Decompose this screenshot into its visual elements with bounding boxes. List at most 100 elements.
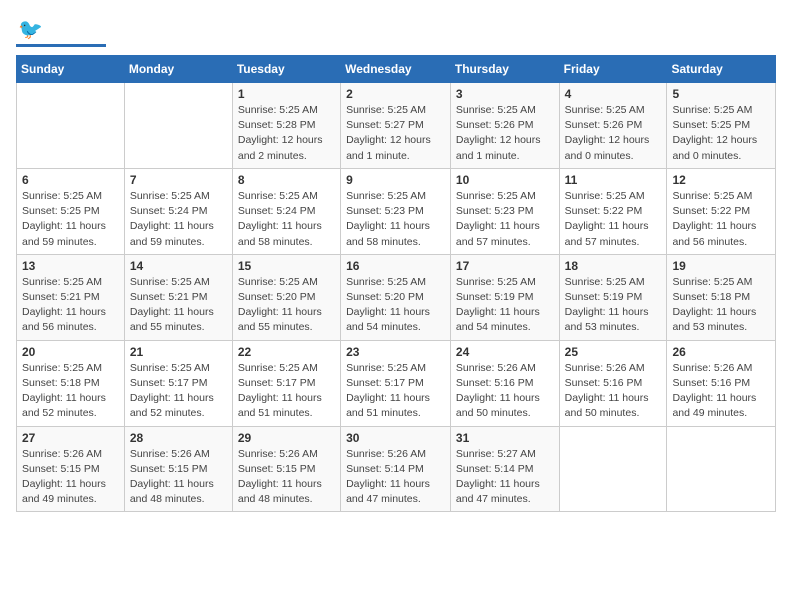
calendar-cell: 4Sunrise: 5:25 AM Sunset: 5:26 PM Daylig… (559, 83, 667, 169)
calendar-cell: 18Sunrise: 5:25 AM Sunset: 5:19 PM Dayli… (559, 254, 667, 340)
calendar-cell: 17 Sunrise: 5:25 AM Sunset: 5:19 PM Dayli… (450, 254, 559, 340)
day-detail: Sunrise: 5:25 AM Sunset: 5:17 PM Dayligh… (130, 361, 227, 422)
calendar-cell (17, 83, 125, 169)
day-number: 6 (22, 173, 119, 187)
day-number: 20 (22, 345, 119, 359)
weekday-header-sunday: Sunday (17, 56, 125, 83)
day-number: 30 (346, 431, 445, 445)
day-number: 14 (130, 259, 227, 273)
logo-bird-icon: 🐦 (18, 19, 43, 41)
day-number: 17 (456, 259, 554, 273)
weekday-header-thursday: Thursday (450, 56, 559, 83)
day-number: 24 (456, 345, 554, 359)
day-detail: Sunrise: 5:25 AM Sunset: 5:23 PM Dayligh… (346, 189, 445, 250)
logo: 🐦 (16, 16, 106, 47)
calendar-cell: 26Sunrise: 5:26 AM Sunset: 5:16 PM Dayli… (667, 340, 776, 426)
weekday-header-wednesday: Wednesday (341, 56, 451, 83)
calendar-cell: 23 Sunrise: 5:25 AM Sunset: 5:17 PM Dayli… (341, 340, 451, 426)
day-number: 28 (130, 431, 227, 445)
day-detail: Sunrise: 5:25 AM Sunset: 5:26 PM Dayligh… (565, 103, 662, 164)
day-detail: Sunrise: 5:25 AM Sunset: 5:18 PM Dayligh… (672, 275, 770, 336)
day-detail: Sunrise: 5:25 AM Sunset: 5:23 PM Dayligh… (456, 189, 554, 250)
day-detail: Sunrise: 5:25 AM Sunset: 5:22 PM Dayligh… (565, 189, 662, 250)
day-detail: Sunrise: 5:25 AM Sunset: 5:20 PM Dayligh… (346, 275, 445, 336)
calendar-cell: 19 Sunrise: 5:25 AM Sunset: 5:18 PM Dayli… (667, 254, 776, 340)
day-number: 22 (238, 345, 335, 359)
day-detail: Sunrise: 5:25 AM Sunset: 5:19 PM Dayligh… (565, 275, 662, 336)
calendar-week-1: 1 Sunrise: 5:25 AM Sunset: 5:28 PM Daylig… (17, 83, 776, 169)
day-detail: Sunrise: 5:26 AM Sunset: 5:14 PM Dayligh… (346, 447, 445, 508)
day-detail: Sunrise: 5:25 AM Sunset: 5:28 PM Dayligh… (238, 103, 335, 164)
day-detail: Sunrise: 5:25 AM Sunset: 5:21 PM Dayligh… (22, 275, 119, 336)
calendar-week-3: 13 Sunrise: 5:25 AM Sunset: 5:21 PM Dayli… (17, 254, 776, 340)
calendar-cell: 7 Sunrise: 5:25 AM Sunset: 5:24 PM Daylig… (124, 168, 232, 254)
calendar-cell: 22 Sunrise: 5:25 AM Sunset: 5:17 PM Dayli… (232, 340, 340, 426)
calendar-cell: 20 Sunrise: 5:25 AM Sunset: 5:18 PM Dayli… (17, 340, 125, 426)
day-number: 23 (346, 345, 445, 359)
day-detail: Sunrise: 5:25 AM Sunset: 5:18 PM Dayligh… (22, 361, 119, 422)
calendar-cell (667, 426, 776, 512)
day-number: 10 (456, 173, 554, 187)
day-number: 3 (456, 87, 554, 101)
calendar-cell: 24 Sunrise: 5:26 AM Sunset: 5:16 PM Dayli… (450, 340, 559, 426)
calendar-cell: 15Sunrise: 5:25 AM Sunset: 5:20 PM Dayli… (232, 254, 340, 340)
calendar-table: SundayMondayTuesdayWednesdayThursdayFrid… (16, 55, 776, 512)
day-detail: Sunrise: 5:25 AM Sunset: 5:25 PM Dayligh… (672, 103, 770, 164)
page-header: 🐦 (16, 16, 776, 47)
day-detail: Sunrise: 5:25 AM Sunset: 5:25 PM Dayligh… (22, 189, 119, 250)
day-number: 7 (130, 173, 227, 187)
day-number: 25 (565, 345, 662, 359)
day-detail: Sunrise: 5:26 AM Sunset: 5:16 PM Dayligh… (565, 361, 662, 422)
calendar-week-4: 20 Sunrise: 5:25 AM Sunset: 5:18 PM Dayli… (17, 340, 776, 426)
calendar-cell: 27 Sunrise: 5:26 AM Sunset: 5:15 PM Dayli… (17, 426, 125, 512)
calendar-cell: 13 Sunrise: 5:25 AM Sunset: 5:21 PM Dayli… (17, 254, 125, 340)
weekday-header-tuesday: Tuesday (232, 56, 340, 83)
calendar-cell: 2Sunrise: 5:25 AM Sunset: 5:27 PM Daylig… (341, 83, 451, 169)
day-number: 21 (130, 345, 227, 359)
day-detail: Sunrise: 5:25 AM Sunset: 5:22 PM Dayligh… (672, 189, 770, 250)
weekday-header-monday: Monday (124, 56, 232, 83)
day-detail: Sunrise: 5:25 AM Sunset: 5:24 PM Dayligh… (130, 189, 227, 250)
day-number: 1 (238, 87, 335, 101)
calendar-cell: 28 Sunrise: 5:26 AM Sunset: 5:15 PM Dayli… (124, 426, 232, 512)
logo-underline (16, 44, 106, 47)
calendar-cell: 10 Sunrise: 5:25 AM Sunset: 5:23 PM Dayli… (450, 168, 559, 254)
day-detail: Sunrise: 5:26 AM Sunset: 5:15 PM Dayligh… (130, 447, 227, 508)
day-detail: Sunrise: 5:25 AM Sunset: 5:17 PM Dayligh… (346, 361, 445, 422)
day-number: 27 (22, 431, 119, 445)
day-number: 29 (238, 431, 335, 445)
day-number: 31 (456, 431, 554, 445)
calendar-cell (559, 426, 667, 512)
day-detail: Sunrise: 5:25 AM Sunset: 5:24 PM Dayligh… (238, 189, 335, 250)
day-detail: Sunrise: 5:25 AM Sunset: 5:21 PM Dayligh… (130, 275, 227, 336)
day-number: 16 (346, 259, 445, 273)
day-detail: Sunrise: 5:26 AM Sunset: 5:16 PM Dayligh… (456, 361, 554, 422)
calendar-cell: 14 Sunrise: 5:25 AM Sunset: 5:21 PM Dayli… (124, 254, 232, 340)
day-number: 2 (346, 87, 445, 101)
day-number: 13 (22, 259, 119, 273)
calendar-week-2: 6 Sunrise: 5:25 AM Sunset: 5:25 PM Daylig… (17, 168, 776, 254)
calendar-cell: 12 Sunrise: 5:25 AM Sunset: 5:22 PM Dayli… (667, 168, 776, 254)
day-number: 9 (346, 173, 445, 187)
day-detail: Sunrise: 5:25 AM Sunset: 5:17 PM Dayligh… (238, 361, 335, 422)
day-number: 5 (672, 87, 770, 101)
day-detail: Sunrise: 5:26 AM Sunset: 5:16 PM Dayligh… (672, 361, 770, 422)
day-detail: Sunrise: 5:26 AM Sunset: 5:15 PM Dayligh… (238, 447, 335, 508)
calendar-cell: 25 Sunrise: 5:26 AM Sunset: 5:16 PM Dayli… (559, 340, 667, 426)
calendar-cell (124, 83, 232, 169)
day-number: 11 (565, 173, 662, 187)
day-number: 8 (238, 173, 335, 187)
calendar-cell: 11 Sunrise: 5:25 AM Sunset: 5:22 PM Dayli… (559, 168, 667, 254)
calendar-cell: 6 Sunrise: 5:25 AM Sunset: 5:25 PM Daylig… (17, 168, 125, 254)
day-detail: Sunrise: 5:27 AM Sunset: 5:14 PM Dayligh… (456, 447, 554, 508)
day-detail: Sunrise: 5:25 AM Sunset: 5:19 PM Dayligh… (456, 275, 554, 336)
day-detail: Sunrise: 5:26 AM Sunset: 5:15 PM Dayligh… (22, 447, 119, 508)
calendar-cell: 21 Sunrise: 5:25 AM Sunset: 5:17 PM Dayli… (124, 340, 232, 426)
calendar-cell: 30 Sunrise: 5:26 AM Sunset: 5:14 PM Dayli… (341, 426, 451, 512)
weekday-header-friday: Friday (559, 56, 667, 83)
calendar-cell: 9 Sunrise: 5:25 AM Sunset: 5:23 PM Daylig… (341, 168, 451, 254)
day-number: 15 (238, 259, 335, 273)
calendar-cell: 16 Sunrise: 5:25 AM Sunset: 5:20 PM Dayli… (341, 254, 451, 340)
day-number: 19 (672, 259, 770, 273)
day-number: 12 (672, 173, 770, 187)
